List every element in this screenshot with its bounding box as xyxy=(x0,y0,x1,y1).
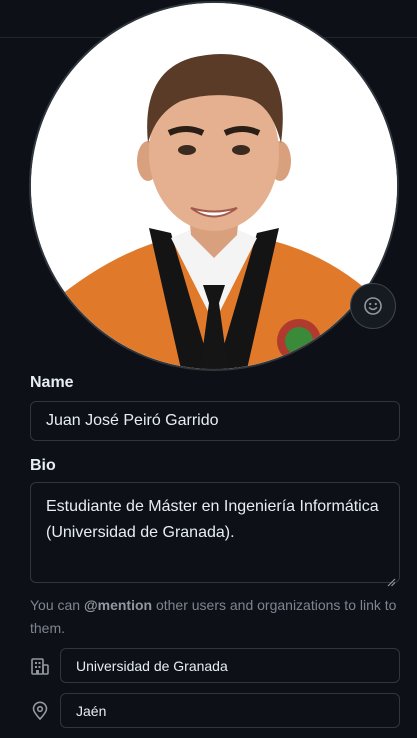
name-label: Name xyxy=(30,374,74,391)
avatar-edit-button[interactable] xyxy=(350,283,396,329)
avatar-image xyxy=(29,1,399,371)
bio-label: Bio xyxy=(30,457,56,474)
company-input[interactable]: Universidad de Granada xyxy=(60,648,400,683)
profile-avatar[interactable] xyxy=(29,1,399,371)
smiley-icon xyxy=(363,296,383,316)
name-value: Juan José Peiró Garrido xyxy=(46,412,219,429)
name-input[interactable]: Juan José Peiró Garrido xyxy=(30,401,400,441)
bio-textarea[interactable]: Estudiante de Máster en Ingeniería Infor… xyxy=(30,482,400,587)
mention-keyword: @mention xyxy=(83,597,153,613)
company-value: Universidad de Granada xyxy=(76,657,228,674)
location-pin-icon xyxy=(30,701,50,721)
mention-hint: You can @mention other users and organiz… xyxy=(30,597,397,636)
resize-grip-icon[interactable] xyxy=(387,570,396,587)
organization-icon xyxy=(30,656,50,676)
location-input[interactable]: Jaén xyxy=(60,693,400,728)
location-value: Jaén xyxy=(76,702,107,719)
bio-value: Estudiante de Máster en Ingeniería Infor… xyxy=(46,498,379,541)
avatar-photo xyxy=(31,3,397,369)
